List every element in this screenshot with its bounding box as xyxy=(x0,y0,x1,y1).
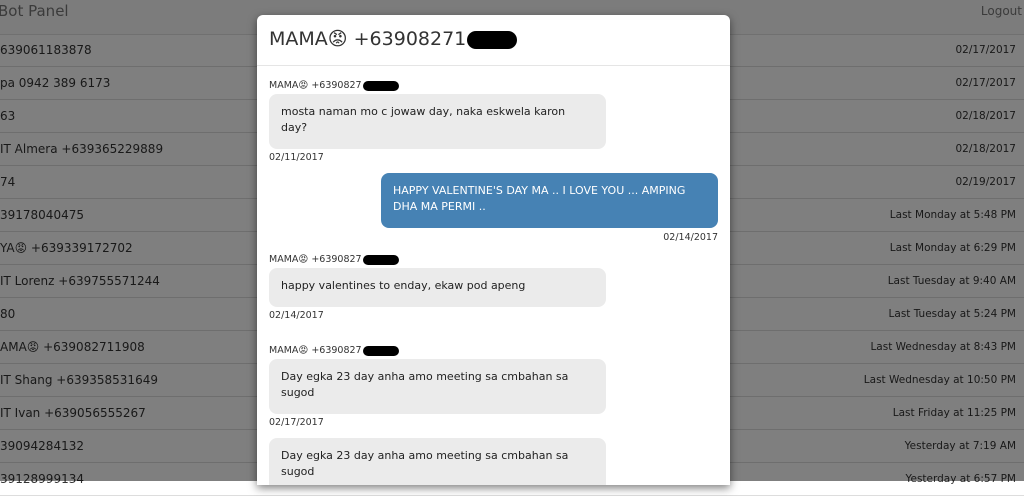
message-date: 02/11/2017 xyxy=(269,152,324,163)
modal-title: MAMA😡 +63908271 xyxy=(269,28,518,50)
message-date: 02/17/2017 xyxy=(269,417,324,428)
conversation-modal: MAMA😡 +63908271 MAMA😡 +6390827 mosta nam… xyxy=(257,15,730,485)
message-sender: MAMA😡 +6390827 xyxy=(269,254,399,265)
message-sender: MAMA😡 +6390827 xyxy=(269,80,399,91)
outgoing-message: HAPPY VALENTINE'S DAY MA .. I LOVE YOU .… xyxy=(381,173,718,228)
modal-header: MAMA😡 +63908271 xyxy=(257,15,730,66)
message-thread: MAMA😡 +6390827 mosta naman mo c jowaw da… xyxy=(257,66,730,485)
message-date: 02/14/2017 xyxy=(269,310,324,321)
message-date: 02/14/2017 xyxy=(663,232,718,243)
redaction-mark xyxy=(362,80,399,91)
modal-title-text: MAMA😡 +63908271 xyxy=(269,28,467,50)
message-sender: MAMA😡 +6390827 xyxy=(269,345,399,356)
incoming-message: Day egka 23 day anha amo meeting sa cmba… xyxy=(269,359,606,414)
redaction-mark xyxy=(467,30,518,49)
incoming-message: mosta naman mo c jowaw day, naka eskwela… xyxy=(269,94,606,149)
redaction-mark xyxy=(362,345,399,356)
incoming-message: Day egka 23 day anha amo meeting sa cmba… xyxy=(269,438,606,485)
redaction-mark xyxy=(362,254,399,265)
incoming-message: happy valentines to enday, ekaw pod apen… xyxy=(269,268,606,307)
